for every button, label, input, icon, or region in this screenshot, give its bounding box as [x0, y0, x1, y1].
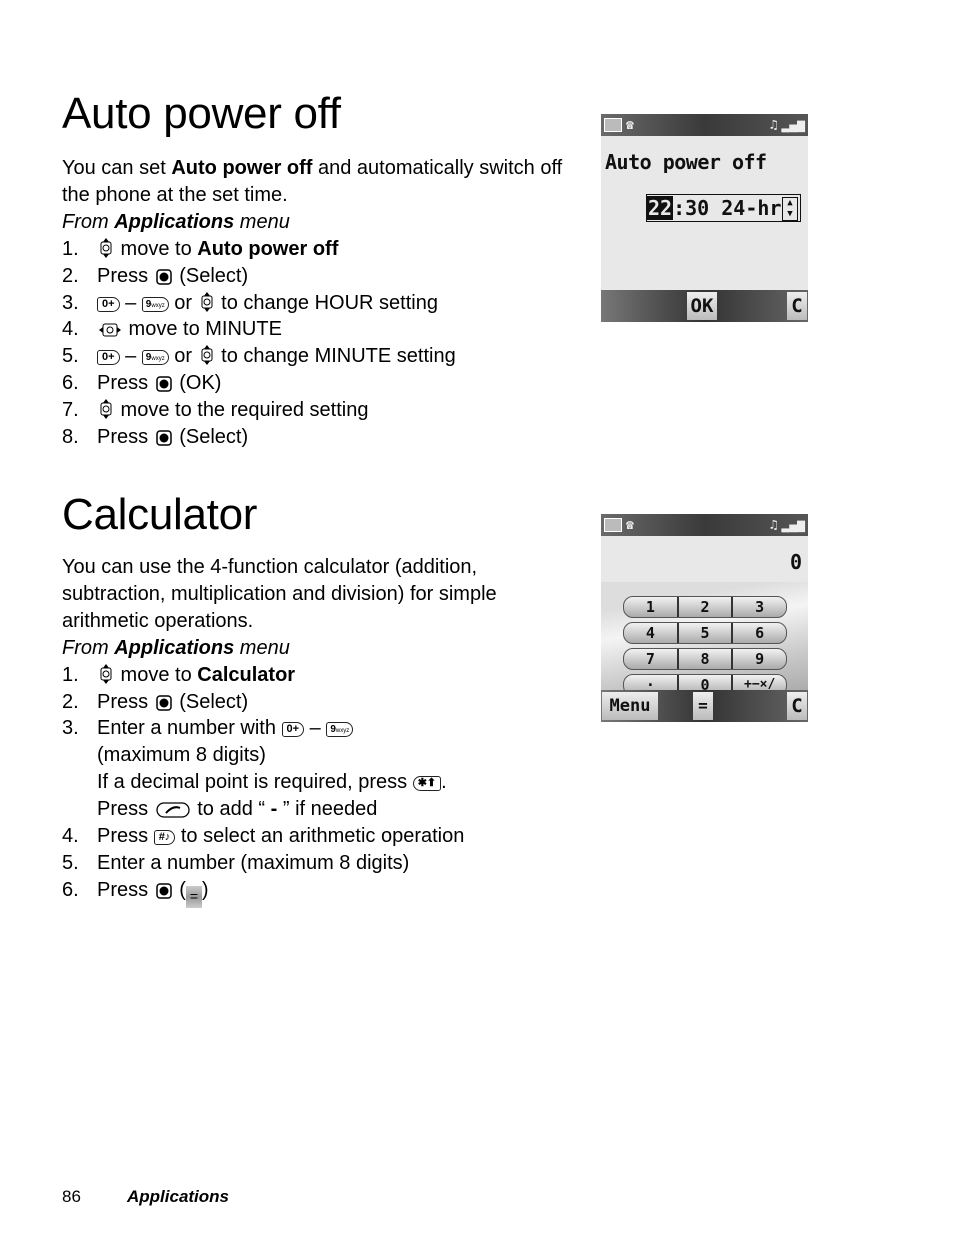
step: 6. Press (=) — [62, 877, 582, 908]
calculator-body: You can use the 4-function calculator (a… — [62, 554, 582, 908]
calculator-keypad: 1 2 3 4 5 6 7 8 9 · 0 +−×/ — [623, 596, 787, 700]
hour-value: 22 — [647, 196, 674, 220]
select-key-icon — [155, 268, 172, 285]
calc-key: 2 — [679, 597, 734, 617]
step: 2. Press (Select) — [62, 690, 249, 713]
step: 6. Press (OK) — [62, 372, 222, 395]
keypad-row: 1 2 3 — [623, 596, 787, 618]
heading-calculator: Calculator — [62, 490, 258, 539]
signal-icon: ▂▄▆ — [781, 517, 805, 533]
nav-updown-icon — [100, 399, 112, 420]
calc-key: 4 — [624, 623, 679, 643]
clear-softkey: C — [787, 292, 807, 320]
line-1-icon: ☎ — [626, 517, 634, 533]
step: 4. move to MINUTE — [62, 318, 282, 341]
calc-key: 3 — [755, 598, 765, 616]
clear-softkey: C — [787, 692, 807, 720]
intro-text: You can set Auto power off and automatic… — [62, 157, 563, 206]
hash-key-icon: #♪ — [153, 830, 176, 846]
step: 7. move to the required setting — [62, 399, 369, 422]
select-key-icon — [155, 883, 172, 899]
vibrate-ring-icon: ♫ — [769, 117, 778, 133]
page-footer: 86 Applications — [62, 1187, 229, 1207]
battery-icon — [604, 118, 622, 132]
key-9-icon: 9wxyz — [141, 296, 169, 312]
key-0-icon: 0+ — [281, 722, 305, 738]
key-9-icon: 9wxyz — [326, 722, 354, 738]
key-0-icon: 0+ — [97, 296, 120, 312]
equals-softkey-icon: = — [185, 885, 202, 908]
equals-softkey: = — [693, 692, 713, 720]
step: 3. Enter a number with 0+ – 9wxyz (maxim… — [62, 717, 447, 821]
step: 3. 0+ – 9wxyz or to change HOUR setting — [62, 291, 438, 314]
select-key-icon — [155, 376, 172, 392]
nav-updown-icon — [201, 345, 213, 366]
menu-softkey: Menu — [602, 692, 658, 720]
calculator-screenshot: ☎ ♫ ▂▄▆ 0 1 2 3 4 5 6 7 8 9 · 0 +−×/ Men… — [601, 514, 808, 722]
time-rest: :30 24-hr — [673, 196, 782, 220]
keypad-row: 7 8 9 — [623, 648, 787, 670]
select-key-icon — [155, 430, 172, 446]
step: 1. move to Auto power off — [62, 237, 339, 260]
calc-key: 7 — [624, 649, 679, 669]
nav-updown-icon — [100, 663, 112, 684]
spinner-icon: ▲ ▼ — [782, 197, 798, 221]
auto-power-off-body: You can set Auto power off and automatic… — [62, 155, 582, 451]
from-menu: From Applications menu — [62, 636, 290, 659]
auto-power-off-screenshot: ☎ ♫ ▂▄▆ Auto power off 22:30 24-hr ▲ ▼ OK… — [601, 114, 808, 322]
heading-auto-power-off: Auto power off — [62, 89, 341, 138]
section-name: Applications — [127, 1187, 230, 1206]
from-menu: From Applications menu — [62, 210, 290, 233]
step: 5. Enter a number (maximum 8 digits) — [62, 851, 410, 874]
status-bar: ☎ ♫ ▂▄▆ — [601, 114, 808, 136]
intro-text: You can use the 4-function calculator (a… — [62, 556, 497, 632]
nav-leftright-icon — [99, 323, 121, 337]
calc-key: 9 — [755, 650, 765, 668]
screen-title: Auto power off — [605, 150, 767, 174]
step: 5. 0+ – 9wxyz or to change MINUTE setting — [62, 345, 456, 368]
calc-key: 8 — [679, 649, 734, 669]
calc-key: 5 — [679, 623, 734, 643]
page-number: 86 — [62, 1187, 81, 1206]
time-field: 22:30 24-hr ▲ ▼ — [646, 194, 801, 222]
calc-key: 1 — [624, 597, 679, 617]
calc-key: 6 — [755, 624, 765, 642]
key-9-icon: 9wxyz — [141, 350, 169, 366]
keypad-row: 4 5 6 — [623, 622, 787, 644]
step: 4. Press #♪ to select an arithmetic opera… — [62, 825, 465, 848]
select-key-icon — [155, 694, 172, 711]
step: 1. move to Calculator — [62, 663, 296, 686]
calculator-display: 0 — [789, 550, 802, 574]
battery-icon — [604, 518, 622, 532]
step: 8. Press (Select) — [62, 426, 249, 449]
vibrate-ring-icon: ♫ — [769, 517, 778, 533]
key-0-icon: 0+ — [97, 350, 120, 366]
signal-icon: ▂▄▆ — [781, 117, 805, 133]
nav-updown-icon — [201, 291, 213, 312]
softkey-bar: Menu = C — [601, 690, 808, 722]
star-key-icon: ✱⬆ — [412, 776, 442, 792]
status-bar: ☎ ♫ ▂▄▆ — [601, 514, 808, 536]
nav-updown-icon — [100, 237, 112, 258]
step: 2. Press (Select) — [62, 264, 249, 287]
line-1-icon: ☎ — [626, 117, 634, 133]
softkey-bar: OK C — [601, 290, 808, 322]
send-key-icon — [156, 802, 190, 818]
ok-softkey: OK — [687, 292, 717, 320]
